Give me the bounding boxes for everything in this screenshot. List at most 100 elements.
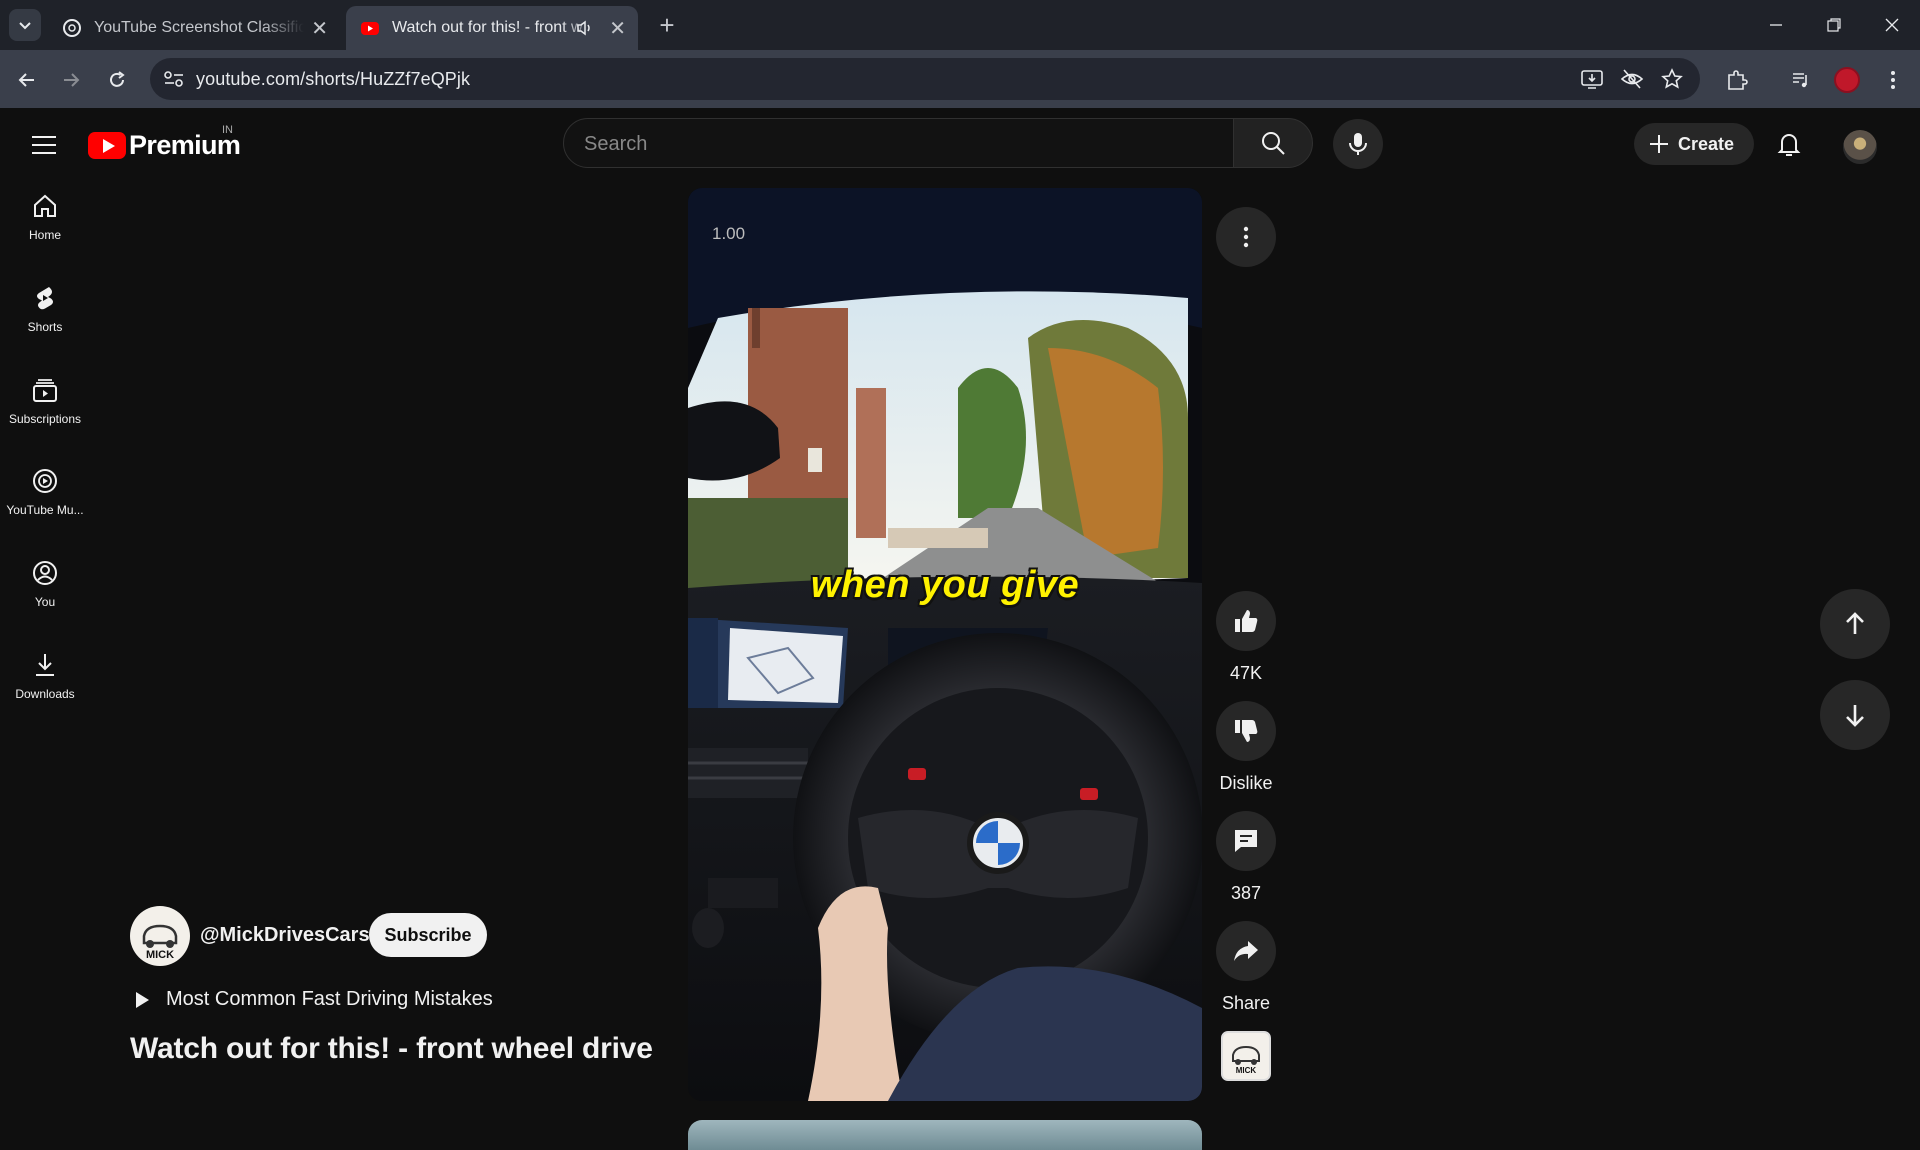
browser-tab-strip: YouTube Screenshot Classificati ✕ Watch … xyxy=(0,0,1920,50)
profile-avatar xyxy=(1834,67,1860,93)
like-button[interactable]: 47K xyxy=(1216,591,1276,684)
shorts-video-player[interactable]: 3 1.00 when you give xyxy=(688,188,1202,1101)
dislike-label: Dislike xyxy=(1219,773,1273,793)
guide-item-you[interactable]: You xyxy=(0,545,90,625)
search-placeholder: Search xyxy=(584,133,648,155)
search-input[interactable]: Search xyxy=(563,118,1235,168)
channel-avatar[interactable]: MICK xyxy=(130,906,190,966)
arrow-left-icon xyxy=(18,73,34,87)
address-bar[interactable]: youtube.com/shorts/HuZZf7eQPjk xyxy=(150,58,1700,100)
youtube-music-icon xyxy=(33,469,57,493)
voice-search-button[interactable] xyxy=(1333,119,1383,169)
url-text[interactable]: youtube.com/shorts/HuZZf7eQPjk xyxy=(196,69,470,90)
channel-thumbnail[interactable]: MICK xyxy=(1221,1031,1271,1081)
browser-tab-active[interactable]: Watch out for this! - front w ✕ xyxy=(346,6,638,50)
more-options-button[interactable] xyxy=(1216,207,1276,267)
puzzle-icon xyxy=(1728,70,1748,90)
more-vert-icon xyxy=(1891,71,1895,89)
minimize-button[interactable] xyxy=(1748,0,1804,50)
new-tab-button[interactable]: + xyxy=(652,10,682,41)
channel-logo-icon: MICK xyxy=(142,924,178,961)
next-short-preview[interactable] xyxy=(688,1120,1202,1150)
install-app-icon[interactable] xyxy=(1580,68,1604,90)
tab-title: Watch out for this! - front w xyxy=(392,19,583,36)
youtube-premium-logo[interactable]: Premium IN xyxy=(88,124,241,161)
comment-icon xyxy=(1235,830,1257,852)
account-avatar[interactable] xyxy=(1843,130,1877,164)
tab-title: YouTube Screenshot Classificati xyxy=(94,19,304,36)
guide-label: You xyxy=(34,595,56,609)
chatgpt-favicon-icon xyxy=(63,19,81,37)
playlist-title: Most Common Fast Driving Mistakes xyxy=(166,988,493,1010)
video-title[interactable]: Watch out for this! - front wheel drive xyxy=(130,1032,653,1066)
site-info-icon[interactable] xyxy=(162,68,186,90)
share-circle[interactable] xyxy=(1216,921,1276,981)
guide-item-subscriptions[interactable]: Subscriptions xyxy=(0,362,90,442)
tab-search-button[interactable] xyxy=(9,9,41,41)
arrow-down-icon xyxy=(1846,705,1864,727)
youtube-logo-icon xyxy=(88,132,126,159)
search-button[interactable] xyxy=(1233,118,1313,168)
home-icon xyxy=(34,194,56,217)
notifications-bell-icon[interactable] xyxy=(1774,129,1804,159)
restore-button[interactable] xyxy=(1806,0,1862,50)
channel-handle[interactable]: @MickDrivesCars xyxy=(200,924,370,947)
playlist-link[interactable]: Most Common Fast Driving Mistakes xyxy=(134,988,493,1011)
video-caption: when you give xyxy=(810,564,1080,606)
menu-icon[interactable] xyxy=(26,130,66,160)
close-window-button[interactable] xyxy=(1864,0,1920,50)
shorts-icon xyxy=(37,287,53,310)
download-icon xyxy=(36,654,54,676)
guide-label: Home xyxy=(28,228,61,242)
speaker-icon[interactable] xyxy=(576,19,594,37)
like-count: 47K xyxy=(1229,663,1263,683)
create-label: Create xyxy=(1678,133,1735,154)
comment-count: 387 xyxy=(1230,883,1262,903)
browser-tab[interactable]: YouTube Screenshot Classificati ✕ xyxy=(48,6,340,50)
svg-text:MICK: MICK xyxy=(146,949,174,961)
share-button[interactable]: Share xyxy=(1216,921,1276,1014)
guide-item-youtube-music[interactable]: YouTube Mu... xyxy=(0,453,90,533)
svg-text:MICK: MICK xyxy=(1236,1066,1257,1075)
share-label: Share xyxy=(1221,993,1271,1013)
guide-label: Shorts xyxy=(27,320,63,334)
microphone-icon xyxy=(1349,133,1367,155)
reload-button[interactable] xyxy=(102,65,132,95)
subscribe-button[interactable]: Subscribe xyxy=(369,913,487,957)
dislike-button[interactable]: Dislike xyxy=(1216,701,1276,794)
arrow-right-icon xyxy=(64,73,80,87)
youtube-favicon-icon xyxy=(361,22,379,35)
more-vert-icon xyxy=(1243,226,1249,248)
previous-short-button[interactable] xyxy=(1820,589,1890,659)
plus-icon xyxy=(1650,135,1668,153)
create-button[interactable]: Create xyxy=(1634,123,1754,165)
guide-item-shorts[interactable]: Shorts xyxy=(0,270,90,350)
extensions-button[interactable] xyxy=(1722,65,1752,95)
comments-button[interactable]: 387 xyxy=(1216,811,1276,904)
reload-icon xyxy=(110,71,125,87)
eye-off-icon[interactable] xyxy=(1620,68,1644,90)
minimize-icon xyxy=(1770,24,1782,26)
bookmark-star-icon[interactable] xyxy=(1660,68,1684,90)
browser-menu-button[interactable] xyxy=(1878,65,1908,95)
profile-button[interactable] xyxy=(1832,65,1862,95)
like-circle[interactable] xyxy=(1216,591,1276,651)
dislike-circle[interactable] xyxy=(1216,701,1276,761)
media-control-button[interactable] xyxy=(1786,65,1816,95)
search-icon xyxy=(1262,132,1285,155)
subscriptions-icon xyxy=(33,379,57,402)
guide-item-downloads[interactable]: Downloads xyxy=(0,637,90,717)
restore-icon xyxy=(1827,18,1841,32)
back-button[interactable] xyxy=(12,65,42,95)
comments-circle[interactable] xyxy=(1216,811,1276,871)
guide-item-home[interactable]: Home xyxy=(0,178,90,258)
tab-close-icon[interactable]: ✕ xyxy=(311,16,328,41)
thumbs-up-icon xyxy=(1235,610,1258,632)
thumbs-down-icon xyxy=(1235,720,1258,742)
tab-close-icon[interactable]: ✕ xyxy=(609,16,626,41)
play-icon xyxy=(136,991,149,1008)
forward-button[interactable] xyxy=(56,65,86,95)
channel-logo-icon: MICK xyxy=(1232,1045,1260,1075)
more-options-circle[interactable] xyxy=(1216,207,1276,267)
next-short-button[interactable] xyxy=(1820,680,1890,750)
